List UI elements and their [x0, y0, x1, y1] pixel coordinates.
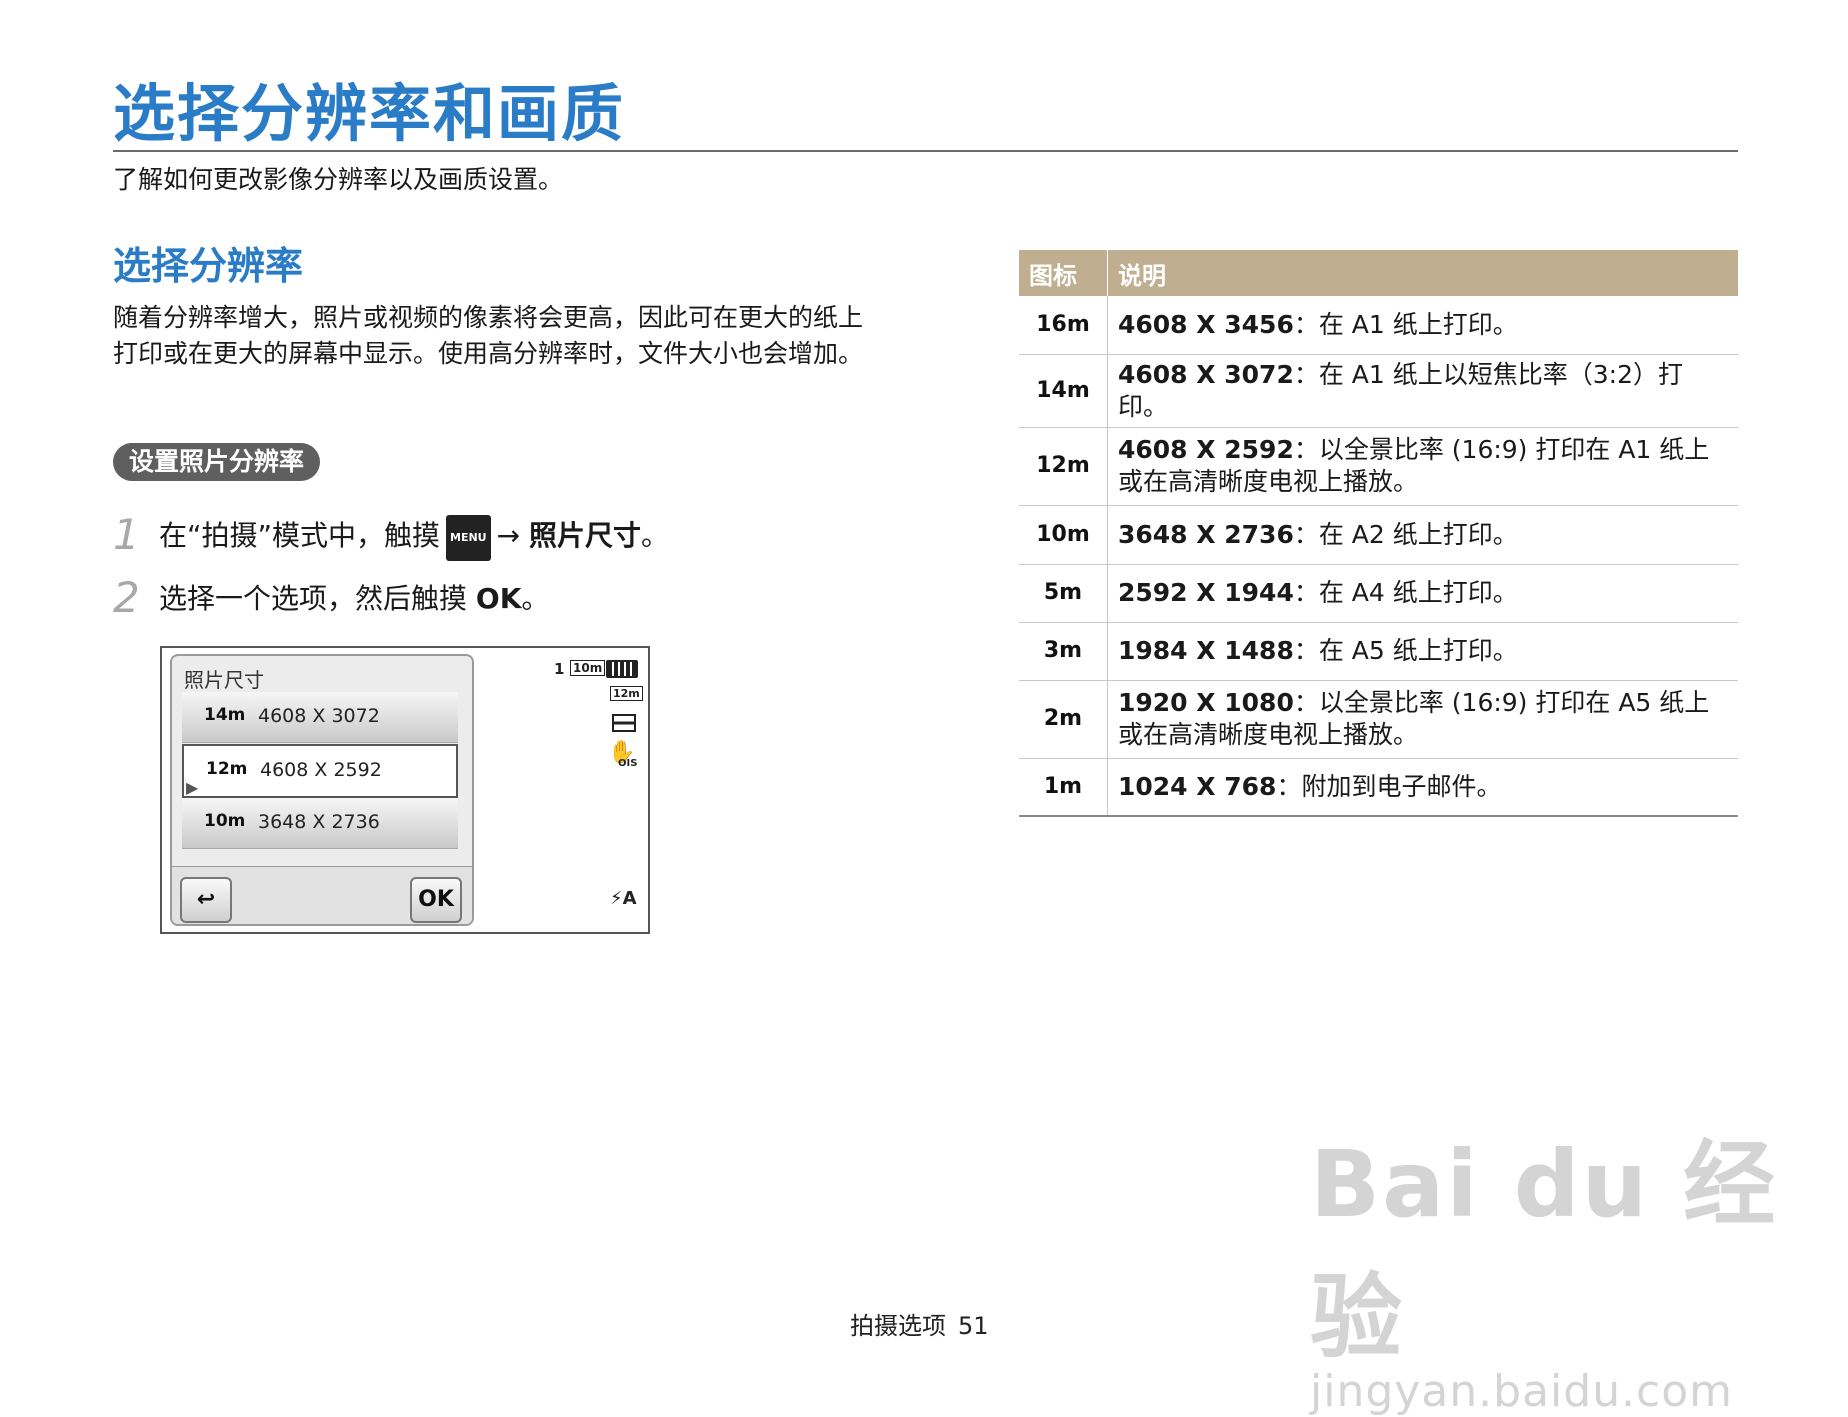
page-number: 51: [958, 1312, 989, 1340]
step-text: 选择一个选项，然后触摸: [159, 582, 468, 615]
resolution-5m-icon: 5m: [1019, 564, 1108, 623]
back-icon: ↩: [196, 887, 216, 912]
resolution-value: 1984 X 1488: [1118, 636, 1294, 665]
option-4608x3072[interactable]: 14m 4608 X 3072: [182, 692, 458, 743]
baidu-watermark: Bai du 经验 jingyan.baidu.com: [1310, 1110, 1848, 1417]
resolution-description: ：附加到电子邮件。: [1276, 771, 1502, 801]
resolution-value: 1024 X 768: [1118, 771, 1277, 801]
photo-size-panel: 照片尺寸 14m 4608 X 3072 12m 4608 X 2592 ▶ 1…: [170, 654, 474, 926]
quality-icon: [612, 714, 636, 732]
ois-icon: OIS: [618, 758, 638, 769]
resolution-12m-icon: 12m: [1019, 427, 1108, 506]
resolution-description: ：在 A1 纸上打印。: [1293, 309, 1518, 339]
step-number: 1: [113, 510, 140, 559]
resolution-description: ：在 A4 纸上打印。: [1293, 578, 1518, 607]
page-title: 选择分辨率和画质: [113, 77, 626, 150]
watermark-url: jingyan.baidu.com: [1310, 1366, 1734, 1417]
table-row: 1m 1024 X 768：附加到电子邮件。: [1019, 758, 1738, 817]
resolution-10m-icon: 10m: [204, 811, 246, 831]
table-row: 5m 2592 X 1944：在 A4 纸上打印。: [1019, 564, 1738, 623]
resolution-14m-icon: 14m: [204, 705, 246, 725]
resolution-10m-icon: 10m: [570, 660, 606, 676]
resolution-16m-icon: 16m: [1019, 296, 1108, 355]
option-label: 4608 X 2592: [260, 759, 382, 781]
ok-button[interactable]: OK: [410, 877, 462, 923]
panel-title: 照片尺寸: [184, 668, 264, 692]
resolution-value: 3648 X 2736: [1118, 519, 1294, 549]
table-row: 10m 3648 X 2736：在 A2 纸上打印。: [1019, 505, 1738, 565]
step-number: 2: [113, 573, 140, 622]
resolution-value: 4608 X 3072: [1118, 359, 1294, 389]
resolution-12m-icon: 12m: [610, 686, 643, 701]
column-header-description: 说明: [1107, 250, 1738, 296]
column-header-icon: 图标: [1019, 250, 1108, 296]
back-button[interactable]: ↩: [180, 877, 232, 923]
table-row: 12m 4608 X 2592：以全景比率 (16:9) 打印在 A1 纸上或在…: [1019, 427, 1738, 506]
procedure-label: 设置照片分辨率: [113, 443, 321, 481]
shot-count: 1: [554, 660, 565, 678]
resolution-1m-icon: 1m: [1019, 758, 1108, 817]
resolution-value: 4608 X 2592: [1118, 435, 1294, 464]
resolution-description: ：在 A2 纸上打印。: [1293, 519, 1518, 549]
footer-section: 拍摄选项: [850, 1312, 946, 1340]
resolution-2m-icon: 2m: [1019, 680, 1108, 759]
option-4608x2592[interactable]: 12m 4608 X 2592: [182, 744, 458, 798]
resolution-table: 图标 说明 16m 4608 X 3456：在 A1 纸上打印。 14m 460…: [1019, 250, 1738, 817]
panel-button-bar: ↩ OK: [172, 866, 472, 924]
selection-arrow-icon: ▶: [186, 778, 199, 797]
table-row: 16m 4608 X 3456：在 A1 纸上打印。: [1019, 296, 1738, 355]
resolution-12m-icon: 12m: [206, 759, 248, 779]
menu-icon: MENU: [446, 515, 491, 561]
watermark-logo: Bai du 经验: [1310, 1131, 1778, 1371]
section-heading: 选择分辨率: [113, 244, 304, 288]
step-target: 照片尺寸: [529, 519, 642, 552]
table-row: 14m 4608 X 3072：在 A1 纸上以短焦比率（3:2）打印。: [1019, 354, 1738, 428]
resolution-description: ：在 A5 纸上打印。: [1293, 636, 1518, 665]
step-target: OK: [475, 582, 522, 615]
camera-screen: 照片尺寸 14m 4608 X 3072 12m 4608 X 2592 ▶ 1…: [160, 646, 650, 934]
resolution-3m-icon: 3m: [1019, 622, 1108, 681]
page-subtitle: 了解如何更改影像分辨率以及画质设置。: [113, 165, 564, 194]
resolution-value: 1920 X 1080: [1118, 688, 1294, 717]
step-text: 在“拍摄”模式中，触摸: [159, 519, 441, 552]
option-label: 3648 X 2736: [258, 811, 380, 833]
resolution-value: 2592 X 1944: [1118, 578, 1294, 607]
section-intro: 随着分辨率增大，照片或视频的像素将会更高，因此可在更大的纸上打印或在更大的屏幕中…: [113, 303, 864, 368]
title-divider: [113, 150, 1738, 152]
resolution-14m-icon: 14m: [1019, 354, 1108, 428]
table-row: 2m 1920 X 1080：以全景比率 (16:9) 打印在 A5 纸上或在高…: [1019, 680, 1738, 759]
battery-icon: [606, 660, 638, 678]
option-label: 4608 X 3072: [258, 705, 380, 727]
flash-auto-icon: ⚡A: [610, 888, 637, 909]
page-footer: 拍摄选项 51: [850, 1306, 989, 1341]
resolution-value: 4608 X 3456: [1118, 309, 1294, 339]
arrow-icon: →: [496, 519, 521, 552]
resolution-10m-icon: 10m: [1019, 505, 1108, 565]
option-3648x2736[interactable]: 10m 3648 X 2736: [182, 798, 458, 849]
table-row: 3m 1984 X 1488：在 A5 纸上打印。: [1019, 622, 1738, 681]
step-2: 2 选择一个选项，然后触摸 OK。: [113, 573, 550, 622]
step-1: 1 在“拍摄”模式中，触摸 MENU → 照片尺寸。: [113, 510, 670, 561]
